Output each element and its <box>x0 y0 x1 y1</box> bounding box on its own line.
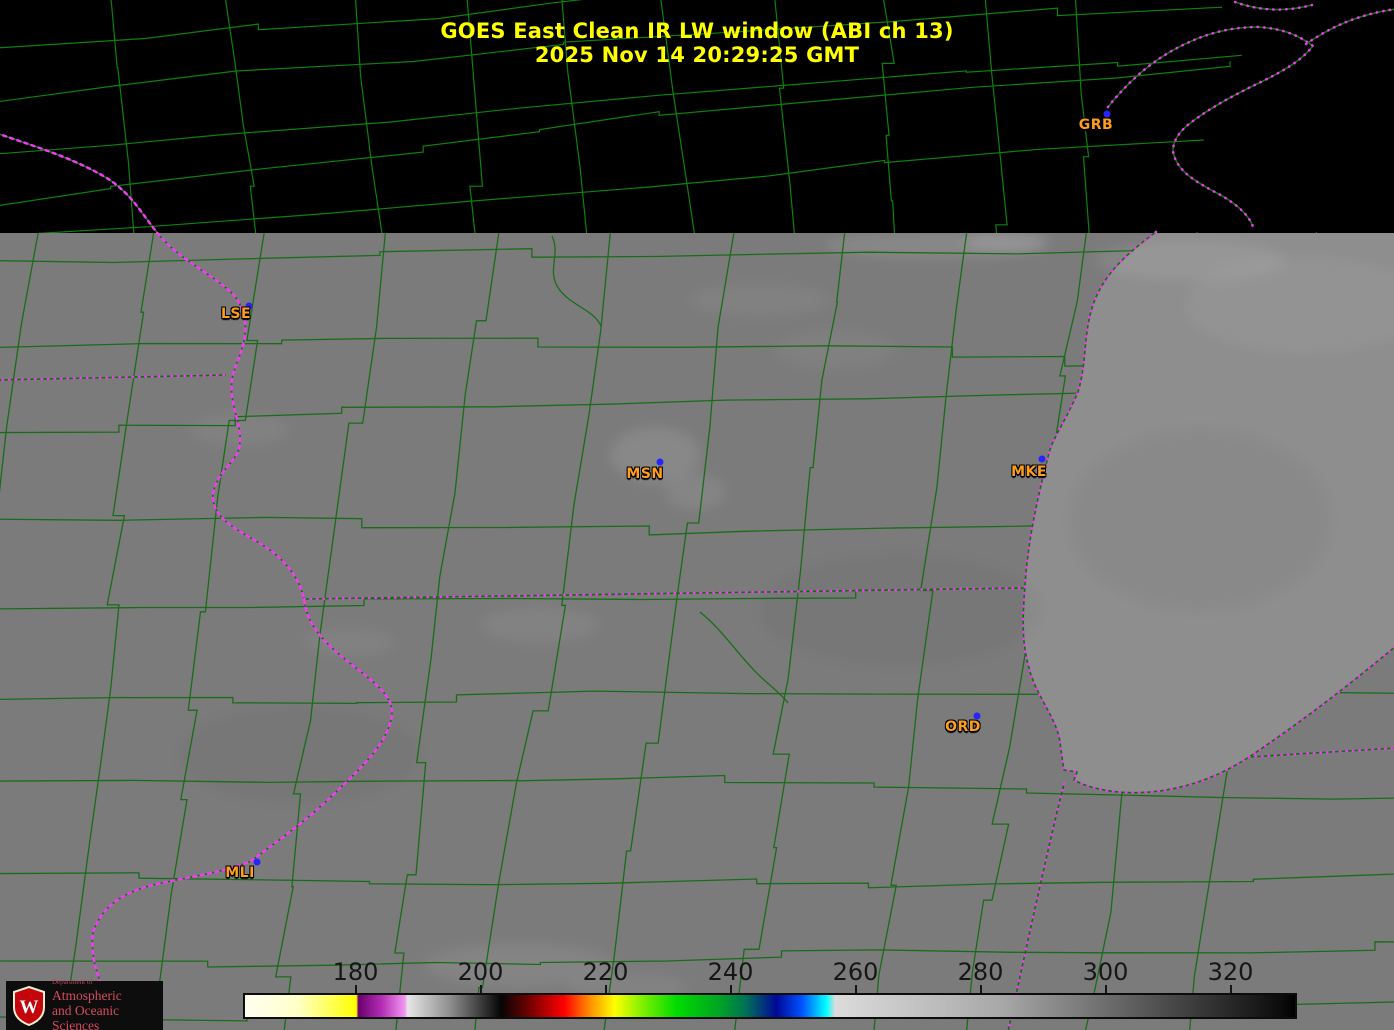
station-label-lse: LSE <box>221 306 251 322</box>
timestamp: 2025 Nov 14 20:29:25 GMT <box>0 44 1394 68</box>
page-title: GOES East Clean IR LW window (ABI ch 13) <box>0 20 1394 44</box>
colorbar-tick-label: 300 <box>1083 958 1129 986</box>
colorbar-tick-mark <box>730 985 732 993</box>
colorbar-tick-label: 280 <box>958 958 1004 986</box>
colorbar-gradient <box>243 993 1297 1019</box>
colorbar-tick-mark <box>855 985 857 993</box>
uw-logo: W Department of Atmospheric and Oceanic … <box>6 981 163 1030</box>
station-label-mke: MKE <box>1011 464 1047 480</box>
station-label-grb: GRB <box>1079 117 1113 133</box>
colorbar-tick-label: 260 <box>833 958 879 986</box>
station-dot-mke <box>1039 456 1046 463</box>
station-label-mli: MLI <box>225 865 255 881</box>
logo-dept: Department of <box>52 979 163 986</box>
colorbar-tick-label: 320 <box>1208 958 1254 986</box>
station-dot-msn <box>657 459 664 466</box>
colorbar-tick-mark <box>605 985 607 993</box>
uw-crest-icon: W <box>12 986 46 1026</box>
satellite-image-viewer: GOES East Clean IR LW window (ABI ch 13)… <box>0 0 1394 1030</box>
logo-line2: and Oceanic Sciences <box>52 1003 163 1030</box>
colorbar-tick-mark <box>1105 985 1107 993</box>
station-label-msn: MSN <box>626 466 663 482</box>
logo-text: Department of Atmospheric and Oceanic Sc… <box>52 979 163 1030</box>
colorbar-tick-mark <box>480 985 482 993</box>
title-block: GOES East Clean IR LW window (ABI ch 13)… <box>0 20 1394 67</box>
colorbar: 180 200 220 240 260 280 300 320 <box>243 958 1293 1022</box>
colorbar-tick-label: 220 <box>583 958 629 986</box>
logo-line1: Atmospheric <box>52 988 163 1003</box>
crest-letter: W <box>20 997 39 1018</box>
colorbar-tick-label: 200 <box>458 958 504 986</box>
colorbar-tick-label: 240 <box>708 958 754 986</box>
station-label-ord: ORD <box>945 719 981 735</box>
colorbar-tick-mark <box>355 985 357 993</box>
colorbar-tick-mark <box>1230 985 1232 993</box>
colorbar-tick-label: 180 <box>333 958 379 986</box>
colorbar-tick-mark <box>980 985 982 993</box>
station-layer: GRB LSE MSN MKE ORD MLI <box>0 0 1394 1030</box>
